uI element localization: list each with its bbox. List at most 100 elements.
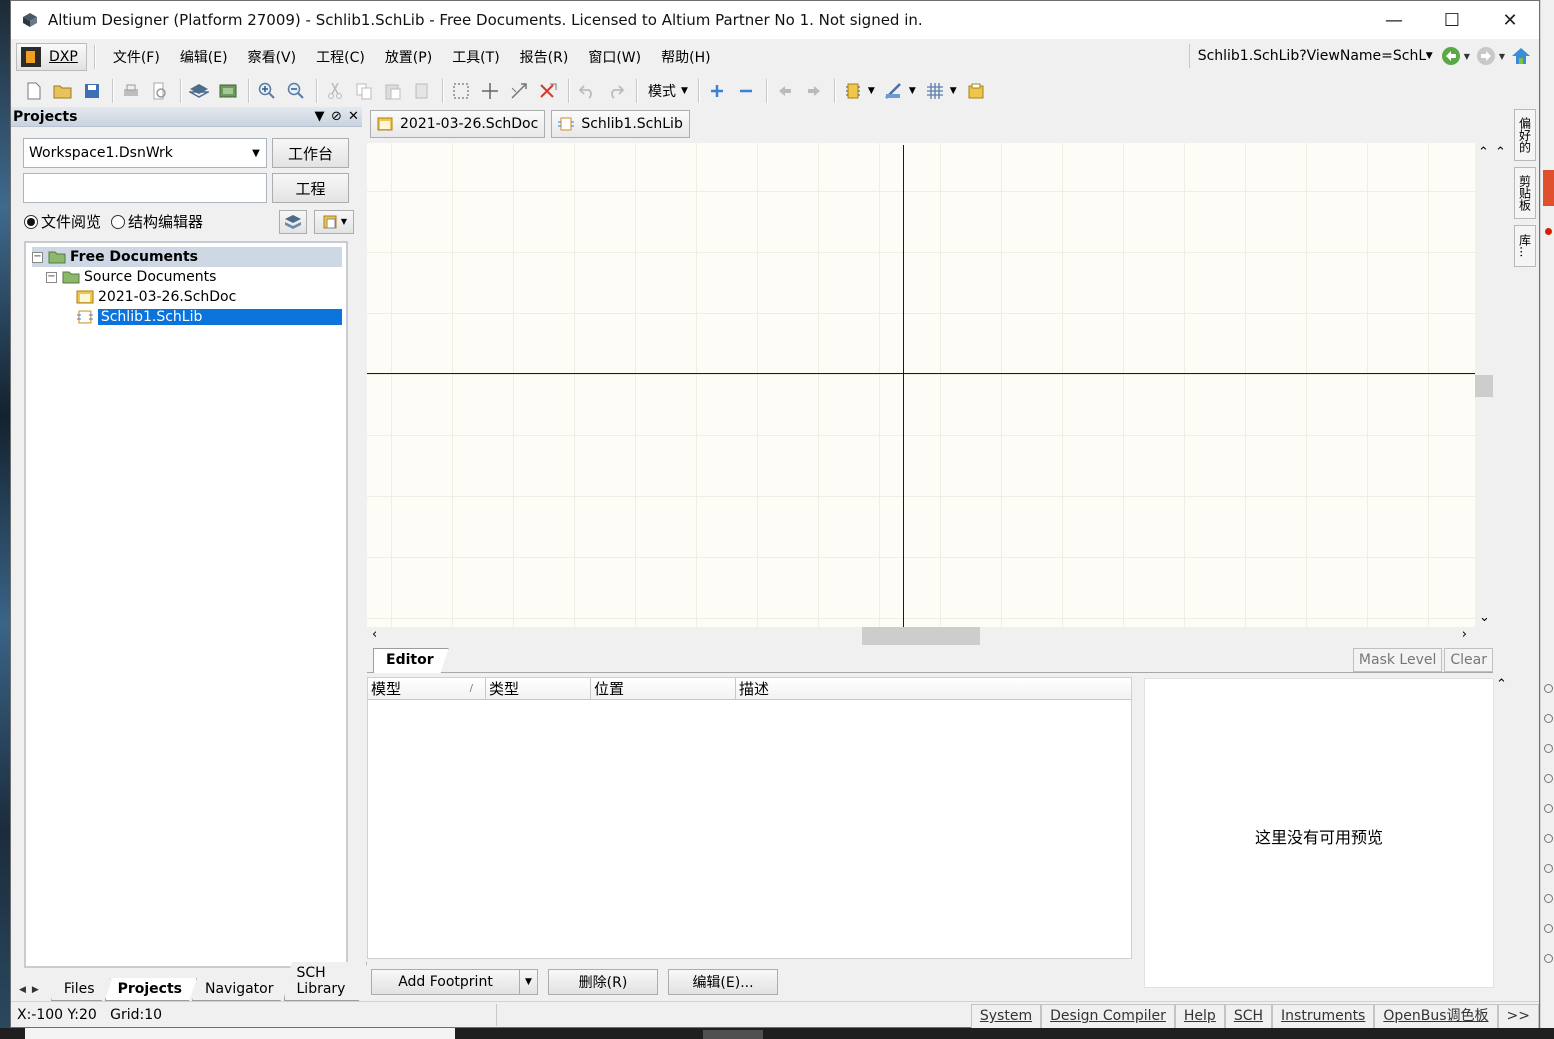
column-header[interactable]: 描述	[736, 678, 1131, 699]
dxp-menu-button[interactable]: DXP	[16, 43, 87, 71]
chevron-down-icon[interactable]: ▼	[1464, 52, 1470, 61]
clear-button[interactable]: Clear	[1444, 648, 1493, 672]
menu-project[interactable]: 工程(C)	[306, 47, 375, 67]
project-button[interactable]: 工程	[272, 173, 349, 203]
redo-icon[interactable]	[603, 78, 629, 104]
status-tab-instruments[interactable]: Instruments	[1272, 1004, 1375, 1028]
menu-window[interactable]: 窗口(W)	[578, 47, 651, 67]
schematic-canvas[interactable]	[367, 143, 1475, 627]
tab-projects[interactable]: Projects	[105, 978, 197, 1001]
chevron-down-icon[interactable]: ▼	[868, 86, 875, 96]
edit-button[interactable]: 编辑(E)...	[668, 969, 778, 995]
add-footprint-button[interactable]: Add Footprint ▼	[371, 969, 538, 995]
documents-menu-icon[interactable]: ▼	[314, 209, 354, 234]
menu-place[interactable]: 放置(P)	[375, 47, 442, 67]
menu-reports[interactable]: 报告(R)	[510, 47, 579, 67]
zoom-out-icon[interactable]	[283, 78, 309, 104]
tree-file-row[interactable]: 2021-03-26.SchDoc	[76, 287, 342, 307]
chevron-down-icon[interactable]: ▼	[1499, 52, 1505, 61]
component-browse-icon[interactable]	[215, 78, 241, 104]
paste-icon[interactable]	[380, 78, 406, 104]
copy-icon[interactable]	[351, 78, 377, 104]
chevron-down-icon[interactable]: ▼	[909, 86, 916, 96]
cut-icon[interactable]	[322, 78, 348, 104]
previous-part-icon[interactable]	[772, 78, 798, 104]
collapse-icon[interactable]: −	[46, 271, 57, 283]
remove-part-icon[interactable]	[733, 78, 759, 104]
doc-tab-schlib[interactable]: Schlib1.SchLib	[551, 110, 690, 138]
taskbar-active-item[interactable]	[25, 1028, 455, 1039]
tree-folder-row[interactable]: − Source Documents	[46, 267, 342, 287]
chevron-down-icon[interactable]: ▼	[950, 86, 957, 96]
close-button[interactable]: ✕	[1481, 1, 1539, 39]
move-icon[interactable]	[477, 78, 503, 104]
status-tab-design-compiler[interactable]: Design Compiler	[1041, 1004, 1175, 1028]
chevron-left-icon[interactable]: ‹	[372, 627, 377, 642]
zoom-in-icon[interactable]	[254, 78, 280, 104]
tree-root-row[interactable]: − Free Documents	[32, 247, 342, 267]
column-header[interactable]: 位置	[591, 678, 736, 699]
project-input[interactable]	[23, 173, 267, 203]
menu-tools[interactable]: 工具(T)	[442, 47, 509, 67]
maximize-button[interactable]: ☐	[1423, 1, 1481, 39]
column-header[interactable]: 类型	[486, 678, 591, 699]
mask-level-button[interactable]: Mask Level	[1352, 648, 1443, 672]
tab-files[interactable]: Files	[51, 978, 110, 1001]
menu-view[interactable]: 察看(V)	[238, 47, 307, 67]
workspace-button[interactable]: 工作台	[272, 138, 349, 168]
collapse-icon[interactable]: −	[32, 251, 43, 263]
menu-help[interactable]: 帮助(H)	[651, 47, 720, 67]
workspace-combo[interactable]: Workspace1.DsnWrk ▼	[23, 138, 267, 168]
chevron-right-icon[interactable]: ›	[1462, 627, 1467, 642]
pin-icon[interactable]: ⊘	[328, 109, 345, 124]
add-part-icon[interactable]	[704, 78, 730, 104]
doc-tab-schdoc[interactable]: 2021-03-26.SchDoc	[370, 110, 546, 138]
close-icon[interactable]: ✕	[345, 109, 362, 124]
print-icon[interactable]	[118, 78, 144, 104]
forward-arrow-icon[interactable]	[1476, 46, 1496, 66]
status-tab-openbus[interactable]: OpenBus调色板	[1374, 1004, 1498, 1028]
rubber-stamp-icon[interactable]	[409, 78, 435, 104]
deselect-icon[interactable]	[535, 78, 561, 104]
next-part-icon[interactable]	[801, 78, 827, 104]
status-tab-sch[interactable]: SCH	[1224, 1004, 1273, 1028]
new-document-icon[interactable]	[21, 78, 47, 104]
tab-sch-library[interactable]: SCH Library	[284, 962, 368, 1001]
canvas-horizontal-scrollbar[interactable]: ‹ ›	[367, 627, 1475, 645]
tab-editor[interactable]: Editor	[373, 648, 449, 673]
clipboard-icon[interactable]	[963, 78, 989, 104]
status-tab-help[interactable]: Help	[1174, 1004, 1225, 1028]
move-selection-icon[interactable]	[506, 78, 532, 104]
file-view-radio[interactable]	[24, 214, 38, 229]
struct-editor-radio[interactable]	[111, 214, 126, 229]
mode-combo[interactable]: 模式 ▼	[642, 81, 694, 101]
place-component-icon[interactable]	[840, 78, 866, 104]
panel-menu-icon[interactable]: ▼	[311, 109, 328, 124]
status-tab-system[interactable]: System	[970, 1004, 1042, 1028]
tab-navigator[interactable]: Navigator	[192, 978, 289, 1001]
canvas-vertical-scrollbar[interactable]: ⌃ ⌄	[1475, 143, 1493, 627]
select-area-icon[interactable]	[448, 78, 474, 104]
scrollbar-thumb[interactable]	[862, 627, 980, 645]
taskbar-item[interactable]	[703, 1030, 763, 1039]
drawing-tools-icon[interactable]	[881, 78, 907, 104]
print-preview-icon[interactable]	[147, 78, 173, 104]
chevron-down-icon[interactable]: ▼	[519, 970, 537, 994]
grid-icon[interactable]	[922, 78, 948, 104]
delete-button[interactable]: 删除(R)	[548, 969, 658, 995]
nav-path-field[interactable]: Schlib1.SchLib?ViewName=SchLib ▼	[1188, 44, 1435, 68]
status-tab-more[interactable]: >>	[1497, 1004, 1539, 1028]
tree-file-row[interactable]: Schlib1.SchLib	[76, 307, 342, 327]
undo-icon[interactable]	[574, 78, 600, 104]
chevron-up-icon[interactable]: ⌃	[1495, 145, 1506, 160]
chevron-up-icon[interactable]: ⌃	[1478, 145, 1489, 160]
save-icon[interactable]	[79, 78, 105, 104]
menu-file[interactable]: 文件(F)	[103, 47, 170, 67]
column-header[interactable]: 模型 /	[368, 678, 486, 699]
side-tab-libraries[interactable]: 库...	[1514, 225, 1536, 267]
home-icon[interactable]	[1511, 46, 1531, 66]
minimize-button[interactable]: —	[1365, 1, 1423, 39]
back-arrow-icon[interactable]	[1441, 46, 1461, 66]
side-tab-favorites[interactable]: 偏好的	[1514, 109, 1536, 161]
project-options-icon[interactable]	[279, 209, 307, 234]
